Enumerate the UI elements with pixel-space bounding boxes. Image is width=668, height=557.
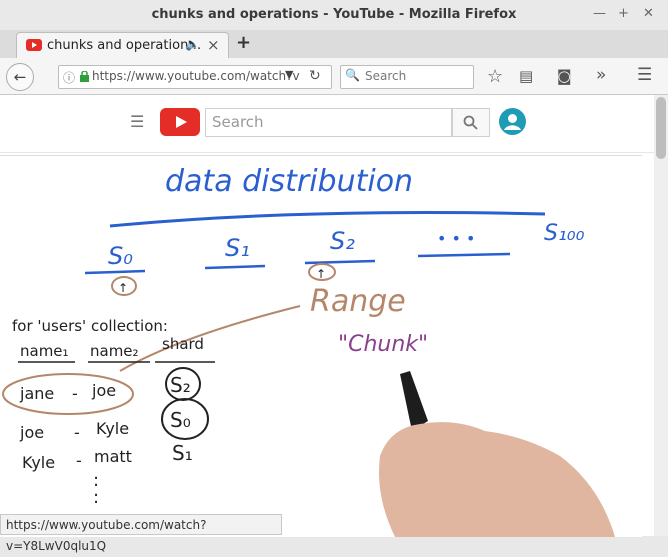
range-label: Range	[310, 284, 406, 319]
s0-arrow: ↑	[118, 281, 128, 295]
heading-text: data distribution	[165, 164, 413, 199]
browser-search-field[interactable]: 🔍 Search	[340, 65, 474, 89]
yt-menu-icon[interactable]: ☰	[130, 112, 144, 131]
search-engine-icon[interactable]: 🔍	[345, 68, 360, 82]
tab-close-icon[interactable]: ×	[207, 36, 220, 54]
shard-s0: S₀	[108, 242, 133, 270]
row0-sep: -	[72, 384, 78, 403]
row2-name2: matt	[94, 447, 132, 466]
shard-ellipsis: • • •	[437, 229, 475, 248]
row2-shard: S₁	[172, 441, 193, 465]
dropdown-icon[interactable]: ▼	[285, 68, 293, 81]
shard-ellipsis-line	[417, 252, 511, 258]
url-bar[interactable]: ⓘ https://www.youtube.com/watch?v ▼ ↻	[58, 65, 332, 89]
bookmark-star-icon[interactable]: ☆	[487, 66, 503, 87]
tab-strip: chunks and operation… 🔈 × +	[0, 30, 668, 59]
collection-label: for 'users' collection:	[12, 317, 168, 335]
pocket-icon[interactable]: ◙	[557, 67, 572, 85]
window-title: chunks and operations - YouTube - Mozill…	[151, 7, 517, 22]
overflow-chevron-icon[interactable]: »	[596, 65, 606, 85]
url-text: https://www.youtube.com/watch?v	[92, 69, 300, 83]
row1-sep: -	[74, 423, 80, 442]
youtube-favicon-icon	[26, 39, 42, 51]
shard-s2-line	[304, 259, 376, 265]
speaker-icon[interactable]: 🔈	[185, 37, 200, 51]
table-ellipsis-2: :	[93, 487, 99, 508]
maximize-icon[interactable]: +	[618, 6, 629, 21]
youtube-logo-icon[interactable]	[160, 108, 200, 136]
status-url-tooltip: https://www.youtube.com/watch?v=Y8LwV0ql…	[0, 514, 282, 553]
page-scrollbar[interactable]	[654, 95, 668, 536]
back-button[interactable]: ←	[6, 63, 34, 91]
lock-icon	[80, 71, 89, 82]
col-shard: shard	[162, 335, 204, 353]
reload-icon[interactable]: ↻	[309, 68, 321, 84]
video-player[interactable]: data distribution S₀ S₁ S₂ • • • S₁₀₀ ↑ …	[0, 155, 642, 537]
col-name2: name₂	[90, 342, 139, 360]
reading-list-icon[interactable]: ▤	[519, 67, 533, 85]
pen-icon	[400, 371, 428, 431]
scrollbar-thumb[interactable]	[656, 97, 666, 159]
col-name1: name₁	[20, 342, 69, 360]
row2-sep: -	[76, 451, 82, 470]
search-icon	[463, 115, 478, 130]
row1-shard: S₀	[170, 408, 191, 432]
shard-s1: S₁	[225, 234, 250, 262]
shard-s100: S₁₀₀	[544, 221, 585, 246]
chunk-label: "Chunk"	[338, 332, 428, 357]
avatar-icon[interactable]	[499, 108, 526, 135]
heading-underline	[109, 211, 546, 228]
row0-name2: joe	[91, 381, 116, 400]
row2-name1: Kyle	[22, 453, 55, 472]
minimize-icon[interactable]: —	[593, 6, 606, 21]
navigation-toolbar: ← ⓘ https://www.youtube.com/watch?v ▼ ↻ …	[0, 58, 668, 95]
menu-hamburger-icon[interactable]: ☰	[637, 65, 652, 85]
shard-s0-line	[84, 269, 146, 275]
youtube-search-button[interactable]	[452, 108, 490, 137]
tab-active[interactable]: chunks and operation… 🔈 ×	[16, 32, 229, 59]
shard-s2: S₂	[330, 227, 355, 255]
window-titlebar: chunks and operations - YouTube - Mozill…	[0, 0, 668, 30]
new-tab-button[interactable]: +	[236, 32, 251, 53]
s2-arrow: ↑	[316, 267, 326, 281]
yt-search-placeholder: Search	[212, 113, 264, 131]
page-content: ☰ Search data distribution S₀ S₁ S₂ • • …	[0, 95, 654, 537]
row1-name2: Kyle	[96, 419, 129, 438]
shard-s1-line	[204, 264, 266, 270]
search-placeholder: Search	[365, 69, 407, 83]
info-icon[interactable]: ⓘ	[63, 69, 75, 86]
youtube-search-input[interactable]: Search	[205, 108, 452, 137]
hand-icon	[379, 422, 615, 537]
youtube-header: ☰ Search	[0, 95, 654, 153]
row1-name1: joe	[19, 423, 44, 442]
tab-label: chunks and operation…	[47, 38, 202, 53]
close-window-icon[interactable]: ✕	[643, 6, 654, 21]
row0-shard: S₂	[170, 373, 191, 397]
whiteboard-drawing: data distribution S₀ S₁ S₂ • • • S₁₀₀ ↑ …	[2, 164, 615, 537]
row0-name1: jane	[19, 384, 54, 403]
